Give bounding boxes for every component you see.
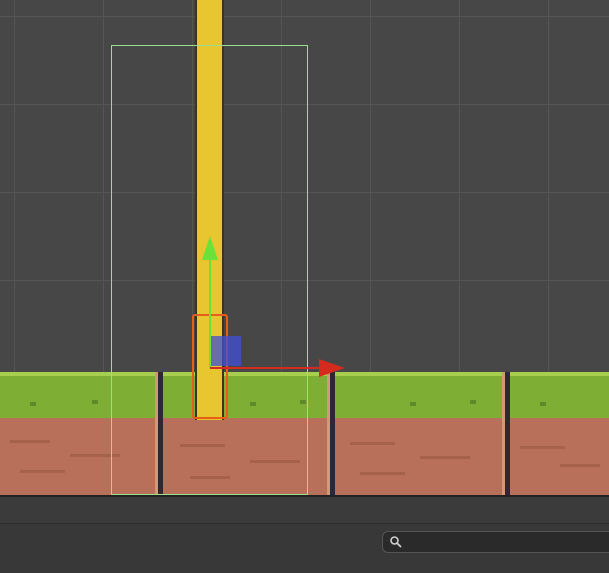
search-field[interactable] (382, 531, 609, 553)
move-gizmo[interactable] (195, 230, 355, 390)
xy-plane-handle[interactable] (211, 336, 241, 366)
status-bar (0, 495, 609, 523)
y-axis-arrow-icon[interactable] (202, 236, 218, 260)
search-input[interactable] (403, 533, 607, 553)
x-axis-arrow-icon[interactable] (319, 359, 345, 377)
scene-viewport[interactable] (0, 0, 609, 495)
magnifier-icon (390, 536, 402, 548)
grid-line (0, 16, 609, 17)
